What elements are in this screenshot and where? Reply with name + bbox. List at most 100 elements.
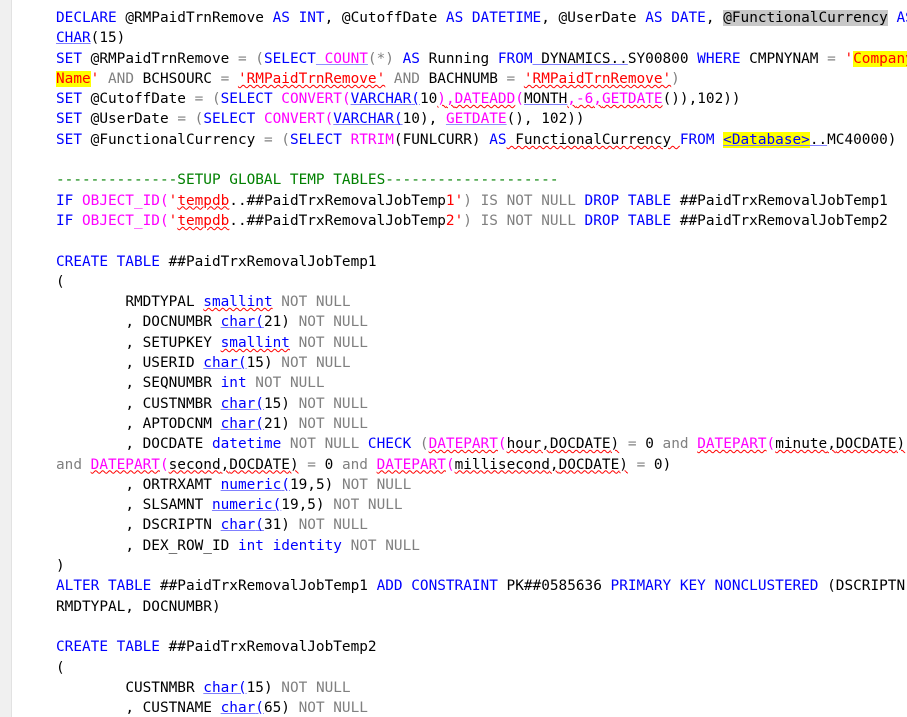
column-docdate-ref: DOCDATE: [229, 456, 290, 473]
keyword-from: FROM: [679, 131, 715, 148]
column-custnmbr: , CUSTNMBR: [125, 395, 221, 412]
code-line-4[interactable]: Name' AND BCHSOURC = 'RMPaidTrnRemove' A…: [12, 69, 907, 89]
code-line-12-blank[interactable]: [12, 231, 907, 251]
code-line-34[interactable]: CUSTNMBR char(15) NOT NULL: [12, 678, 907, 698]
paren-close: ): [619, 456, 628, 473]
operator-equals: =: [627, 456, 654, 473]
find-match-database-placeholder[interactable]: <Database>: [723, 131, 810, 148]
code-line-17[interactable]: , SETUPKEY smallint NOT NULL: [12, 333, 907, 353]
datepart-arg-minute: minute: [775, 436, 828, 453]
code-line-1[interactable]: DECLARE @RMPaidTrnRemove AS INT, @Cutoff…: [12, 8, 907, 28]
code-line-28[interactable]: ): [12, 556, 907, 576]
temp-table-number: 2: [445, 212, 455, 229]
value-zero: 0: [645, 436, 654, 453]
type-char: char: [220, 517, 256, 534]
paren-open: (: [411, 436, 429, 453]
keyword-set: SET: [56, 50, 82, 67]
code-line-20[interactable]: , CUSTNMBR char(15) NOT NULL: [12, 394, 907, 414]
code-line-22[interactable]: , DOCDATE datetime NOT NULL CHECK (DATEP…: [12, 434, 907, 454]
keyword-drop: DROP: [584, 192, 620, 209]
variable-cutoffdate: @CutoffDate: [82, 91, 195, 108]
quote: ': [168, 192, 178, 209]
code-line-23[interactable]: and DATEPART(second,DOCDATE) = 0 and DAT…: [12, 455, 907, 475]
code-line-19[interactable]: , SEQNUMBR int NOT NULL: [12, 373, 907, 393]
alias-running: Running: [419, 50, 498, 67]
type-char: char: [203, 679, 238, 696]
code-line-24[interactable]: , ORTRXAMT numeric(19,5) NOT NULL: [12, 475, 907, 495]
type-varchar: VARCHAR: [333, 111, 394, 128]
selected-variable-functionalcurrency[interactable]: @FunctionalCurrency: [723, 10, 888, 26]
operator-equals: =: [506, 70, 524, 87]
variable-functionalcurrency: @FunctionalCurrency: [82, 131, 264, 148]
quote: ': [168, 212, 178, 229]
value-zero: 0: [653, 456, 663, 473]
paren-open: (: [56, 659, 65, 676]
code-line-6[interactable]: SET @UserDate = (SELECT CONVERT(VARCHAR(…: [12, 109, 907, 129]
find-match-name[interactable]: Name: [56, 70, 91, 87]
column-bachnumb: BACHNUMB: [419, 70, 507, 87]
code-line-11[interactable]: IF OBJECT_ID('tempdb..##PaidTrxRemovalJo…: [12, 211, 907, 231]
function-count: COUNT: [315, 50, 368, 67]
paren-open: (: [445, 456, 455, 473]
code-line-26[interactable]: , DSCRIPTN char(31) NOT NULL: [12, 515, 907, 535]
code-line-8-blank[interactable]: [12, 150, 907, 170]
code-line-35[interactable]: , CUSTNAME char(65) NOT NULL: [12, 698, 907, 717]
string-rmpaidtrnremove: 'RMPaidTrnRemove': [237, 70, 386, 87]
code-line-27[interactable]: , DEX_ROW_ID int identity NOT NULL: [12, 536, 907, 556]
code-line-13[interactable]: CREATE TABLE ##PaidTrxRemovalJobTemp1: [12, 252, 907, 272]
code-line-14[interactable]: (: [12, 272, 907, 292]
type-char: char: [203, 355, 238, 372]
code-line-30[interactable]: RMDTYPAL, DOCNUMBR): [12, 597, 907, 617]
code-line-18[interactable]: , USERID char(15) NOT NULL: [12, 353, 907, 373]
keyword-add: ADD: [376, 578, 403, 595]
comma: ,: [705, 10, 715, 26]
datepart-arg-millisecond: millisecond: [454, 456, 550, 473]
keyword-constraint: CONSTRAINT: [402, 578, 498, 595]
code-line-9[interactable]: --------------SETUP GLOBAL TEMP TABLES--…: [12, 170, 907, 190]
code-line-15[interactable]: RMDTYPAL smallint NOT NULL: [12, 292, 907, 312]
code-line-31-blank[interactable]: [12, 617, 907, 637]
function-datepart: DATEPART: [376, 456, 446, 473]
paren-open: (: [56, 273, 65, 290]
column-userid: , USERID: [125, 355, 204, 372]
temp-table-number: 1: [445, 192, 455, 209]
code-editor-surface[interactable]: DECLARE @RMPaidTrnRemove AS INT, @Cutoff…: [12, 0, 907, 717]
comma: ,: [593, 91, 602, 108]
variable-cutoffdate: @CutoffDate: [333, 10, 446, 26]
find-match-company[interactable]: Company: [853, 50, 907, 67]
code-line-7[interactable]: SET @FunctionalCurrency = (SELECT RTRIM(…: [12, 130, 907, 150]
table-name-temp1: ##PaidTrxRemovalJobTemp1: [159, 253, 377, 270]
code-line-16[interactable]: , DOCNUMBR char(21) NOT NULL: [12, 312, 907, 332]
column-docdate-ref: DOCDATE: [835, 436, 897, 453]
paren-close: ): [610, 436, 620, 453]
type-char: char: [220, 395, 256, 412]
code-line-21[interactable]: , APTODCNM char(21) NOT NULL: [12, 414, 907, 434]
char-length: 15): [246, 679, 273, 696]
keyword-set: SET: [56, 91, 82, 108]
code-line-33[interactable]: (: [12, 658, 907, 678]
paren-open: (: [324, 111, 334, 128]
code-line-2[interactable]: CHAR(15): [12, 28, 907, 48]
temp-table-name-2: ##PaidTrxRemovalJobTemp2: [671, 212, 888, 229]
code-line-29[interactable]: ALTER TABLE ##PaidTrxRemovalJobTemp1 ADD…: [12, 576, 907, 596]
value-zero: 0: [324, 456, 334, 473]
is-not-null: IS NOT NULL: [480, 212, 585, 229]
code-line-5[interactable]: SET @CutoffDate = (SELECT CONVERT(VARCHA…: [12, 89, 907, 109]
code-line-32[interactable]: CREATE TABLE ##PaidTrxRemovalJobTemp2: [12, 637, 907, 657]
keyword-and: AND: [99, 70, 134, 87]
column-setupkey: , SETUPKEY: [125, 334, 221, 351]
code-line-25[interactable]: , SLSAMNT numeric(19,5) NOT NULL: [12, 495, 907, 515]
keyword-table: TABLE: [107, 639, 160, 656]
not-null: NOT NULL: [289, 334, 368, 351]
operator-and: and: [653, 436, 698, 453]
quote: ': [454, 192, 464, 209]
operator-equals: =: [177, 111, 186, 128]
code-line-3[interactable]: SET @RMPaidTrnRemove = (SELECT COUNT(*) …: [12, 49, 907, 69]
char-length: 21): [263, 314, 290, 331]
code-line-10[interactable]: IF OBJECT_ID('tempdb..##PaidTrxRemovalJo…: [12, 191, 907, 211]
comma: ,: [567, 91, 576, 108]
